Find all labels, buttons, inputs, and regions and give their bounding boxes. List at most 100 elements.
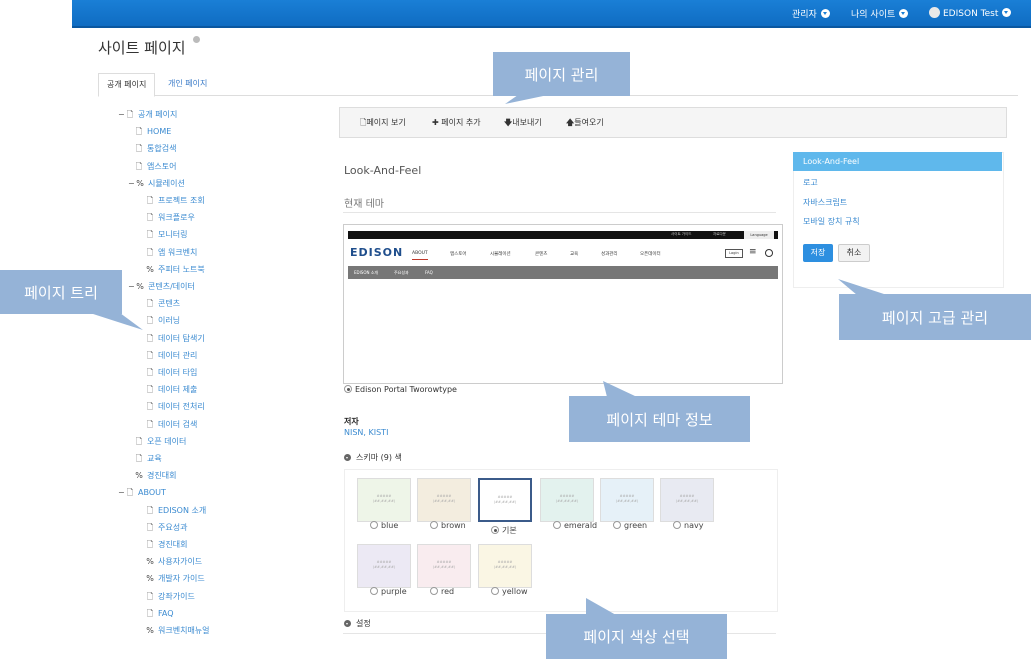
panel-item-look-and-feel[interactable]: Look-And-Feel [793, 152, 1002, 171]
my-sites-menu[interactable]: 나의 사이트 [851, 7, 909, 20]
top-bar: 관리자 나의 사이트 EDISON Test [72, 0, 1031, 28]
tree-item[interactable]: 🗋 교육 [135, 453, 162, 465]
page-icon: 🗋 [146, 316, 154, 326]
tree-item[interactable]: −% 콘텐츠/데이터 [128, 281, 195, 293]
swatch-option[interactable]: red [430, 587, 454, 596]
radio-selected-icon [344, 385, 352, 393]
color-swatch[interactable]: ##### (##,##,##) [478, 544, 532, 588]
tree-item-label: 콘텐츠/데이터 [148, 282, 195, 291]
tree-item[interactable]: 🗋 이러닝 [146, 315, 180, 327]
tree-item[interactable]: % 경진대회 [135, 470, 176, 482]
cancel-button[interactable]: 취소 [838, 244, 870, 262]
tree-item[interactable]: 🗋 EDISON 소개 [146, 505, 206, 517]
tree-item[interactable]: 🗋 강좌가이드 [146, 591, 195, 603]
view-page-button[interactable]: 🗋페이지 보기 [360, 117, 406, 131]
swatch-option[interactable]: yellow [491, 587, 528, 596]
help-icon[interactable] [193, 36, 200, 43]
tree-item[interactable]: 🗋 통합검색 [135, 143, 177, 155]
tree-item[interactable]: % 사용자가이드 [146, 556, 202, 568]
page-icon: 🗋 [146, 299, 154, 309]
page-icon: 🗋 [146, 196, 154, 205]
swatch-label: purple [381, 587, 407, 596]
page-icon: 🗋 [146, 230, 154, 240]
swatch-option[interactable]: green [613, 521, 647, 530]
save-button[interactable]: 저장 [803, 244, 833, 262]
admin-menu[interactable]: 관리자 [792, 7, 830, 20]
tree-item-label: 주요성과 [158, 522, 188, 532]
collapse-icon[interactable]: − [118, 487, 125, 499]
tab-private-pages[interactable]: 개인 페이지 [160, 73, 215, 95]
tree-item[interactable]: 🗋 주요성과 [146, 522, 188, 534]
swatch-option[interactable]: navy [673, 521, 703, 530]
theme-option[interactable]: Edison Portal Tworowtype [344, 385, 457, 394]
tree-item[interactable]: 🗋 프로젝트 조회 [146, 195, 205, 207]
page-icon: 🗋 [135, 127, 143, 137]
color-swatch[interactable]: ##### (##,##,##) [417, 544, 471, 588]
author-value[interactable]: NISN, KISTI [344, 428, 388, 437]
export-button[interactable]: 🡇내보내기 [504, 117, 542, 131]
tree-item[interactable]: 🗋 모니터링 [146, 229, 188, 241]
tree-item[interactable]: 🗋 HOME [135, 126, 172, 138]
add-page-button[interactable]: ✚ 페이지 추가 [432, 117, 481, 128]
preview-utility-bar: 사이트 가이드 자료다운 Language [348, 231, 778, 239]
collapse-icon[interactable]: − [128, 281, 135, 293]
tree-item[interactable]: 🗋 데이터 전처리 [146, 401, 205, 413]
tree-item[interactable]: 🗋 앱스토어 [135, 161, 177, 173]
swatch-option[interactable]: purple [370, 587, 407, 596]
callout-color-select: 페이지 색상 선택 [546, 598, 727, 659]
collapse-icon[interactable]: − [128, 178, 135, 190]
tree-item[interactable]: 🗋 콘텐츠 [146, 298, 180, 310]
swatch-option[interactable]: 기본 [491, 525, 517, 536]
radio-icon [553, 521, 561, 529]
preview-nav-item: 시뮬레이션 [490, 252, 511, 257]
color-swatch[interactable]: ##### (##,##,##) [540, 478, 594, 522]
tree-item[interactable]: 🗋 워크플로우 [146, 212, 195, 224]
tree-item[interactable]: % 주피터 노트북 [146, 264, 205, 276]
tree-item[interactable]: 🗋 경진대회 [146, 539, 188, 551]
color-swatch[interactable]: ##### (##,##,##) [417, 478, 471, 522]
color-swatch[interactable]: ##### (##,##,##) [357, 478, 411, 522]
preview-nav-item: 성과관리 [601, 252, 618, 257]
callout-text: 페이지 트리 [24, 283, 98, 302]
user-menu[interactable]: EDISON Test [929, 7, 1012, 19]
color-scheme-toggle[interactable]: 스키마 (9) 색 [344, 452, 402, 463]
tree-item[interactable]: 🗋 오픈 데이터 [135, 436, 187, 448]
swatch-option[interactable]: emerald [553, 521, 597, 530]
tree-item[interactable]: 🗋 데이터 타입 [146, 367, 198, 379]
page-toolbar: 🗋페이지 보기 ✚ 페이지 추가 🡇내보내기 🡅들여오기 [339, 107, 1007, 138]
color-swatch[interactable]: ##### (##,##,##) [478, 478, 532, 522]
tab-public-pages[interactable]: 공개 페이지 [98, 73, 156, 97]
tree-item[interactable]: 🗋 데이터 탐색기 [146, 333, 205, 345]
radio-icon [613, 521, 621, 529]
collapse-icon[interactable]: − [118, 109, 125, 121]
callout-pointer [603, 381, 637, 397]
swatch-option[interactable]: blue [370, 521, 398, 530]
callout-pointer [838, 279, 887, 295]
arrow-down-icon: 🡇 [504, 118, 513, 127]
panel-item-javascript[interactable]: 자바스크립트 [803, 197, 847, 208]
panel-item-mobile-rules[interactable]: 모바일 장치 규칙 [803, 216, 860, 227]
color-swatch[interactable]: ##### (##,##,##) [600, 478, 654, 522]
import-button[interactable]: 🡅들여오기 [566, 117, 604, 131]
swatch-placeholder-text: ##### (##,##,##) [493, 495, 517, 504]
tree-item[interactable]: 🗋 앱 워크벤치 [146, 247, 198, 259]
settings-toggle[interactable]: 설정 [344, 618, 371, 629]
tree-item[interactable]: 🗋 FAQ [146, 608, 174, 620]
color-scheme-heading: 스키마 (9) 색 [356, 453, 402, 462]
tree-item[interactable]: % 워크벤치매뉴얼 [146, 625, 209, 637]
tree-item[interactable]: 🗋 데이터 검색 [146, 419, 198, 431]
tree-item[interactable]: 🗋 데이터 관리 [146, 350, 198, 362]
tree-item[interactable]: −% 시뮬레이션 [128, 178, 185, 190]
tree-item[interactable]: − 🗋 공개 페이지 [118, 109, 177, 121]
tree-item[interactable]: % 개발자 가이드 [146, 573, 205, 585]
callout-text: 페이지 고급 관리 [881, 308, 989, 327]
color-swatch[interactable]: ##### (##,##,##) [357, 544, 411, 588]
color-swatch[interactable]: ##### (##,##,##) [660, 478, 714, 522]
swatch-label: green [624, 521, 648, 530]
import-label: 들여오기 [574, 118, 604, 127]
page-icon: 🗋 [146, 350, 154, 360]
swatch-option[interactable]: brown [430, 521, 466, 530]
tree-item[interactable]: − 🗋 ABOUT [118, 487, 166, 499]
panel-item-logo[interactable]: 로고 [803, 177, 818, 188]
tree-item[interactable]: 🗋 데이터 제출 [146, 384, 198, 396]
